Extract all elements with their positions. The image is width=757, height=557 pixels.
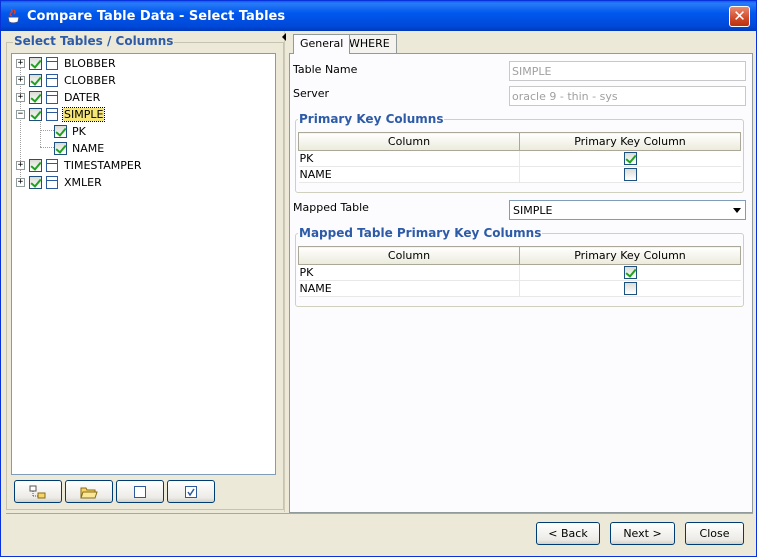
table-row[interactable]: NAME <box>298 166 741 183</box>
close-button[interactable]: Close <box>685 522 744 545</box>
table-icon <box>46 57 58 70</box>
tree-item-table[interactable]: − SIMPLE <box>16 106 106 123</box>
table-icon <box>46 108 58 121</box>
check-all-button[interactable] <box>167 480 215 503</box>
open-folder-button[interactable] <box>65 480 113 503</box>
splitter[interactable] <box>284 31 288 512</box>
expand-icon[interactable]: + <box>16 178 25 187</box>
java-cup-icon <box>7 8 20 24</box>
tree-checkbox[interactable] <box>29 108 42 121</box>
table-icon <box>46 91 58 104</box>
table-name-label: Table Name <box>293 63 358 76</box>
pk-cell <box>519 280 741 297</box>
tab-where-label: WHERE <box>349 37 390 50</box>
expand-tree-button[interactable] <box>14 480 62 503</box>
select-tables-legend: Select Tables / Columns <box>13 34 175 48</box>
expand-icon[interactable]: + <box>16 161 25 170</box>
tree-item-label: NAME <box>72 142 105 155</box>
tree-item-label: DATER <box>64 91 101 104</box>
collapse-arrow-icon[interactable] <box>282 33 286 41</box>
tree-checkbox[interactable] <box>29 91 42 104</box>
mapped-primary-key-table: Column Primary Key Column PK NAME <box>298 246 741 297</box>
pk-checkbox[interactable] <box>623 152 637 166</box>
table-icon <box>46 74 58 87</box>
pk-cell <box>519 264 741 281</box>
table-name-field[interactable]: SIMPLE <box>509 61 746 81</box>
tree-item-label: PK <box>72 125 86 138</box>
table-icon <box>46 176 58 189</box>
row-column-name: PK <box>298 264 520 281</box>
tree-checkbox[interactable] <box>29 176 42 189</box>
tree-item-label: TIMESTAMPER <box>64 159 142 172</box>
pk-cell <box>519 166 741 183</box>
pk-column-header[interactable]: Primary Key Column <box>519 132 741 151</box>
table-row[interactable]: NAME <box>298 280 741 297</box>
server-label: Server <box>293 87 330 100</box>
chevron-down-icon <box>733 208 741 213</box>
column-header[interactable]: Column <box>298 132 520 151</box>
pk-checkbox[interactable] <box>623 168 637 182</box>
pk-column-header[interactable]: Primary Key Column <box>519 246 741 265</box>
pk-checkbox[interactable] <box>623 266 637 280</box>
tree-item-table[interactable]: + BLOBBER <box>16 55 117 72</box>
table-tree[interactable]: + BLOBBER + CLOBBER + DATER − SIMPLE PK NAME + TIME… <box>11 53 276 475</box>
open-folder-icon <box>80 487 98 498</box>
collapse-icon[interactable]: − <box>16 110 25 119</box>
tree-item-label: BLOBBER <box>64 57 116 70</box>
back-button[interactable]: < Back <box>536 522 600 545</box>
table-row[interactable]: PK <box>298 150 741 167</box>
mapped-table-label: Mapped Table <box>293 201 369 214</box>
expand-tree-icon <box>29 485 46 498</box>
close-icon: ✕ <box>733 7 746 25</box>
window-title: Compare Table Data - Select Tables <box>27 9 286 24</box>
mapped-table-select[interactable]: SIMPLE <box>509 200 746 220</box>
tree-item-table[interactable]: + TIMESTAMPER <box>16 157 143 174</box>
tree-item-column[interactable]: NAME <box>54 140 105 157</box>
next-button[interactable]: Next > <box>610 522 675 545</box>
pk-cell <box>519 150 741 167</box>
tree-item-table[interactable]: + CLOBBER <box>16 72 117 89</box>
pk-checkbox[interactable] <box>623 282 637 296</box>
tree-item-table[interactable]: + DATER <box>16 89 101 106</box>
bottom-separator <box>6 513 753 514</box>
dialog-window: Compare Table Data - Select Tables ✕ Sel… <box>0 0 757 557</box>
uncheck-all-button[interactable] <box>116 480 164 503</box>
row-column-name: NAME <box>298 280 520 297</box>
expand-icon[interactable]: + <box>16 76 25 85</box>
tree-checkbox[interactable] <box>29 57 42 70</box>
table-row[interactable]: PK <box>298 264 741 281</box>
uncheck-all-icon <box>134 485 146 498</box>
tree-item-label: SIMPLE <box>61 107 106 122</box>
tree-connector <box>40 122 41 147</box>
tree-connector <box>40 147 54 148</box>
tree-item-table[interactable]: + XMLER <box>16 174 103 191</box>
server-field[interactable]: oracle 9 - thin - sys <box>509 86 746 106</box>
column-header[interactable]: Column <box>298 246 520 265</box>
tree-checkbox[interactable] <box>29 74 42 87</box>
table-icon <box>46 159 58 172</box>
row-column-name: NAME <box>298 166 520 183</box>
tree-checkbox[interactable] <box>54 125 67 138</box>
primary-key-group-title: Primary Key Columns <box>298 112 445 126</box>
title-bar[interactable]: Compare Table Data - Select Tables ✕ <box>1 1 756 31</box>
close-window-button[interactable]: ✕ <box>729 6 750 27</box>
tree-item-label: CLOBBER <box>64 74 116 87</box>
mapped-primary-key-group-title: Mapped Table Primary Key Columns <box>298 226 543 240</box>
check-all-icon <box>185 485 197 498</box>
expand-icon[interactable]: + <box>16 59 25 68</box>
row-column-name: PK <box>298 150 520 167</box>
tab-general-label: General <box>300 37 344 50</box>
mapped-table-value: SIMPLE <box>513 204 553 217</box>
primary-key-table: Column Primary Key Column PK NAME <box>298 132 741 183</box>
tree-item-column[interactable]: PK <box>54 123 87 140</box>
tab-general[interactable]: General <box>293 34 351 54</box>
tree-connector <box>40 130 54 131</box>
tree-item-label: XMLER <box>64 176 102 189</box>
expand-icon[interactable]: + <box>16 93 25 102</box>
tree-checkbox[interactable] <box>29 159 42 172</box>
tree-checkbox[interactable] <box>54 142 67 155</box>
